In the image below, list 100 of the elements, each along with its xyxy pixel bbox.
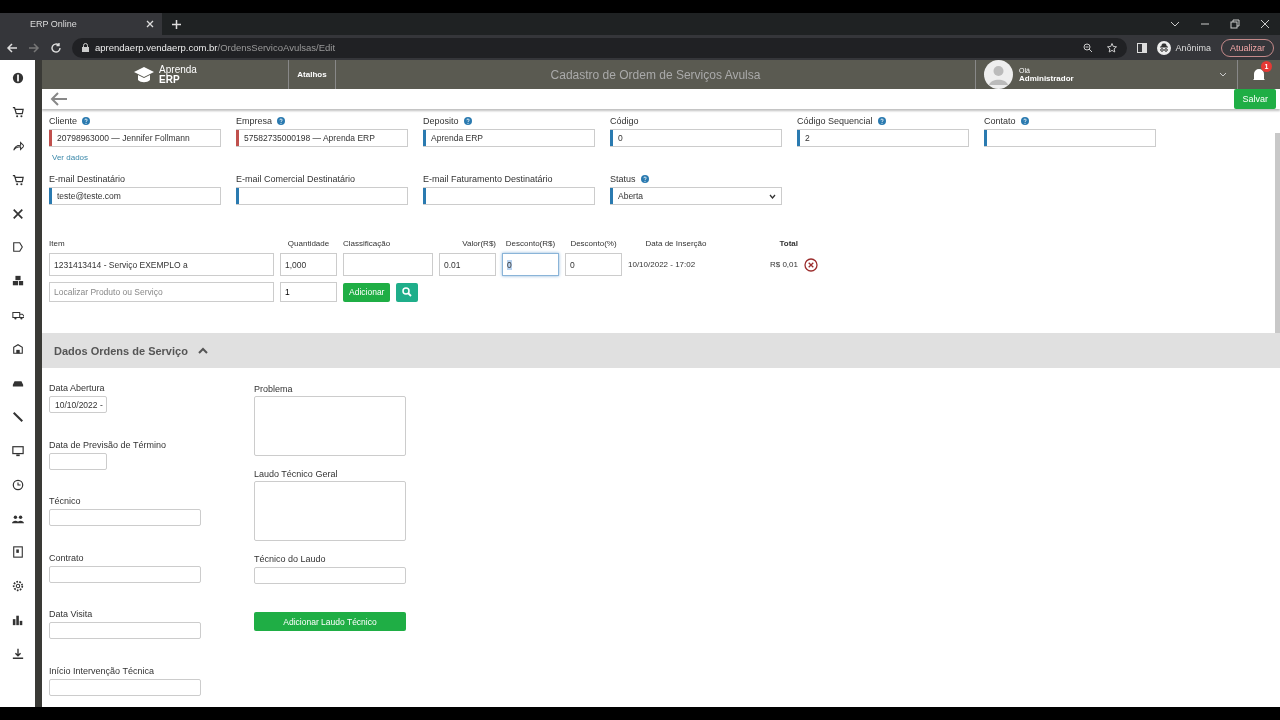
truck-icon[interactable] <box>11 309 24 322</box>
update-button[interactable]: Atualizar <box>1221 38 1274 57</box>
input-field[interactable] <box>49 622 201 639</box>
field-label: Empresa <box>236 115 272 126</box>
input-field[interactable]: 0 <box>502 253 559 276</box>
field-label: Técnico do Laudo <box>254 553 327 564</box>
browser-tab[interactable]: ERP Online <box>0 13 162 35</box>
field-label: Data de Previsão de Término <box>49 439 167 450</box>
incognito-icon[interactable] <box>1157 40 1172 55</box>
settings-icon[interactable] <box>11 580 24 593</box>
date-field[interactable] <box>49 452 107 470</box>
share-icon[interactable] <box>11 139 24 152</box>
section-title: Dados Ordens de Serviço <box>54 344 188 357</box>
help-icon[interactable] <box>640 174 649 183</box>
field-label: Cliente <box>49 115 77 126</box>
input-field[interactable]: 1231413414 - Serviço EXEMPLO a <box>49 253 274 276</box>
quantity-field[interactable]: 1 <box>280 282 337 302</box>
clock-icon[interactable] <box>11 478 24 491</box>
search-field[interactable]: Localizar Produto ou Serviço <box>49 282 274 302</box>
scrollbar[interactable] <box>1275 133 1280 333</box>
avatar-icon[interactable] <box>984 60 1013 89</box>
chart-icon[interactable] <box>11 614 24 627</box>
field-label: E-mail Faturamento Destinatário <box>423 173 553 184</box>
search-icon <box>402 287 413 297</box>
help-icon[interactable] <box>877 116 886 125</box>
table-cell-text: R$ 0,01 <box>768 260 798 269</box>
zoom-icon[interactable] <box>1083 42 1094 53</box>
input-field[interactable]: 20798963000 — Jennifer Follmann <box>49 129 221 147</box>
back-icon[interactable] <box>6 41 18 54</box>
column-header: Total <box>778 239 798 250</box>
cart-icon[interactable] <box>11 173 24 186</box>
restore-icon[interactable] <box>1230 19 1240 29</box>
input-field[interactable]: Aprenda ERP <box>423 129 595 147</box>
close-icon[interactable] <box>1260 19 1270 29</box>
reload-icon[interactable] <box>50 41 62 54</box>
input-field[interactable]: 0 <box>565 253 622 276</box>
field-label: Status <box>610 173 636 184</box>
star-icon[interactable] <box>1107 42 1118 53</box>
chevron-up-icon[interactable] <box>197 347 208 354</box>
field-label: Deposito <box>423 115 459 126</box>
input-field[interactable] <box>49 678 201 696</box>
new-tab-icon[interactable] <box>172 19 181 29</box>
input-field[interactable] <box>254 567 406 584</box>
column-header: Classificação <box>343 239 392 250</box>
input-field[interactable] <box>236 187 408 205</box>
input-field[interactable]: 1,000 <box>280 253 337 276</box>
field-label: Data Abertura <box>49 383 106 393</box>
input-field[interactable] <box>423 187 595 205</box>
tag-icon[interactable] <box>11 241 24 254</box>
status-select[interactable]: Aberta <box>610 187 782 205</box>
search-button[interactable] <box>396 282 419 302</box>
table-cell-text: 10/10/2022 - 17:02 <box>628 260 697 269</box>
field-label: Contrato <box>49 552 85 563</box>
section-header[interactable]: Dados Ordens de Serviço <box>42 333 1280 368</box>
input-field[interactable] <box>49 509 201 526</box>
graduation-cap-icon <box>133 64 156 85</box>
input-field[interactable] <box>984 129 1156 147</box>
shortcuts-menu[interactable]: Atalhos <box>289 60 336 89</box>
forward-icon[interactable] <box>28 41 40 54</box>
input-field[interactable]: 2 <box>797 129 969 147</box>
help-icon[interactable] <box>1020 116 1029 125</box>
column-header: Data de Inserção <box>644 239 708 250</box>
input-field[interactable]: 0 <box>610 129 782 147</box>
download-icon[interactable] <box>11 648 24 661</box>
input-field[interactable] <box>49 565 201 583</box>
help-icon[interactable] <box>463 116 472 125</box>
input-field[interactable]: teste@teste.com <box>49 187 221 205</box>
chevron-down-icon[interactable] <box>1219 71 1227 78</box>
lock-icon <box>82 43 89 52</box>
input-field[interactable]: 57582735000198 — Aprenda ERP <box>236 129 408 147</box>
cart-icon[interactable] <box>11 105 24 118</box>
help-icon[interactable] <box>82 116 90 125</box>
address-bar[interactable]: aprendaerp.vendaerp.com.br/OrdensServicoAvulsas/Edit <box>72 37 1128 58</box>
caret-icon <box>769 193 776 199</box>
date-field[interactable]: 10/10/2022 - <box>49 396 107 413</box>
chevron-down-icon[interactable] <box>1170 19 1180 29</box>
back-arrow-icon[interactable] <box>50 92 68 106</box>
building-icon[interactable] <box>11 343 24 356</box>
input-field[interactable] <box>343 253 433 276</box>
field-label: Laudo Técnico Geral <box>254 468 339 479</box>
close-icon[interactable] <box>146 20 154 28</box>
logo-text: ERP <box>159 74 180 85</box>
monitor-icon[interactable] <box>11 444 24 457</box>
field-label: Código <box>610 115 639 126</box>
field-label: Código Sequencial <box>797 115 873 126</box>
input-field[interactable]: 0.01 <box>439 253 496 276</box>
remove-icon[interactable] <box>804 257 818 272</box>
help-icon[interactable] <box>277 116 285 125</box>
view-details-link[interactable]: Ver dados <box>52 153 89 162</box>
column-header: Item <box>49 239 66 250</box>
column-header: Desconto(R$) <box>504 239 557 250</box>
field-label: Problema <box>254 383 294 394</box>
document-icon[interactable] <box>11 546 24 559</box>
tools-icon[interactable] <box>11 207 24 220</box>
url-text: aprendaerp.vendaerp.com.br/OrdensServicoAvulsas/Edit <box>95 42 336 53</box>
side-panel-icon[interactable] <box>1137 42 1148 53</box>
page-title: Cadastro de Ordem de Serviços Avulsa <box>336 60 976 89</box>
field-label: Início Intervenção Técnica <box>49 665 155 676</box>
boxes-icon[interactable] <box>11 275 24 288</box>
user-name: Administrador <box>1019 73 1074 83</box>
